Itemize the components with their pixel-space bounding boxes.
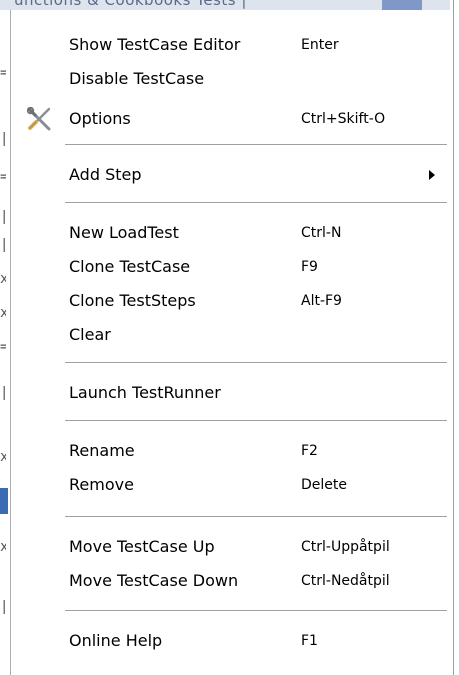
gutter-glyph: |	[0, 238, 6, 252]
menu-item-shortcut: Ctrl+Skift-O	[301, 111, 386, 127]
menu-item-label: Disable TestCase	[69, 69, 205, 88]
menu-item-label: Clear	[69, 325, 111, 344]
submenu-arrow-icon	[429, 170, 435, 180]
menu-item-remove[interactable]: Remove Delete	[11, 468, 450, 502]
background-divider	[453, 0, 454, 675]
background-selection	[0, 488, 8, 514]
menu-item-shortcut: F9	[301, 259, 318, 275]
menu-item-label: Clone TestSteps	[69, 291, 196, 310]
menu-item-move-testcase-down[interactable]: Move TestCase Down Ctrl-Nedåtpil	[11, 564, 450, 598]
menu-item-label: Remove	[69, 475, 134, 494]
menu-separator	[65, 362, 447, 364]
menu-item-new-loadtest[interactable]: New LoadTest Ctrl-N	[11, 216, 450, 250]
menu-separator	[65, 516, 447, 518]
gutter-glyph: |	[0, 386, 6, 400]
menu-separator	[65, 202, 447, 204]
menu-item-show-testcase-editor[interactable]: Show TestCase Editor Enter	[11, 28, 450, 62]
gutter-glyph: x	[0, 272, 6, 286]
menu-item-move-testcase-up[interactable]: Move TestCase Up Ctrl-Uppåtpil	[11, 530, 450, 564]
menu-item-label: Move TestCase Down	[69, 571, 239, 590]
gutter-glyph: x	[0, 306, 6, 320]
context-menu: Show TestCase Editor Enter Disable TestC…	[10, 10, 450, 675]
menu-item-disable-testcase[interactable]: Disable TestCase	[11, 62, 450, 96]
menu-item-launch-testrunner[interactable]: Launch TestRunner	[11, 376, 450, 410]
background-right-edge	[450, 0, 459, 675]
background-toolbar: unctions & Cookbooks Tests |	[0, 0, 459, 10]
menu-item-label: New LoadTest	[69, 223, 179, 242]
gutter-glyph: |	[0, 210, 6, 224]
menu-separator	[65, 144, 447, 146]
menu-item-shortcut: Ctrl-N	[301, 225, 342, 241]
menu-item-online-help[interactable]: Online Help F1	[11, 624, 450, 658]
gutter-glyph: |	[0, 132, 6, 146]
background-left-gutter: = | = | | x x = | x x |	[0, 10, 10, 675]
menu-item-clear[interactable]: Clear	[11, 318, 450, 352]
menu-item-shortcut: Ctrl-Nedåtpil	[301, 573, 390, 589]
menu-item-label: Clone TestCase	[69, 257, 191, 276]
gutter-glyph: =	[0, 170, 6, 184]
menu-item-label: Show TestCase Editor	[69, 35, 241, 54]
menu-item-shortcut: Alt-F9	[301, 293, 342, 309]
menu-item-label: Add Step	[69, 165, 142, 184]
gutter-glyph: =	[0, 340, 6, 354]
menu-item-label: Online Help	[69, 631, 163, 650]
menu-item-options[interactable]: Options Ctrl+Skift-O	[11, 102, 450, 136]
gutter-glyph: |	[0, 600, 6, 614]
menu-item-clone-teststeps[interactable]: Clone TestSteps Alt-F9	[11, 284, 450, 318]
menu-item-shortcut: Delete	[301, 477, 347, 493]
menu-item-label: Launch TestRunner	[69, 383, 221, 402]
menu-item-rename[interactable]: Rename F2	[11, 434, 450, 468]
background-text: unctions & Cookbooks Tests |	[14, 0, 247, 9]
menu-item-label: Move TestCase Up	[69, 537, 215, 556]
menu-item-label: Options	[69, 109, 131, 128]
menu-item-shortcut: Enter	[301, 37, 339, 53]
tools-icon	[26, 106, 53, 131]
menu-item-shortcut: F1	[301, 633, 318, 649]
menu-item-shortcut: F2	[301, 443, 318, 459]
background-accent	[382, 0, 422, 10]
menu-separator	[65, 610, 447, 612]
gutter-glyph: =	[0, 66, 6, 80]
gutter-glyph: x	[0, 450, 6, 464]
gutter-glyph: x	[0, 540, 6, 554]
menu-item-add-step[interactable]: Add Step	[11, 158, 450, 192]
menu-item-label: Rename	[69, 441, 135, 460]
menu-separator	[65, 420, 447, 422]
menu-item-shortcut: Ctrl-Uppåtpil	[301, 539, 390, 555]
menu-item-clone-testcase[interactable]: Clone TestCase F9	[11, 250, 450, 284]
